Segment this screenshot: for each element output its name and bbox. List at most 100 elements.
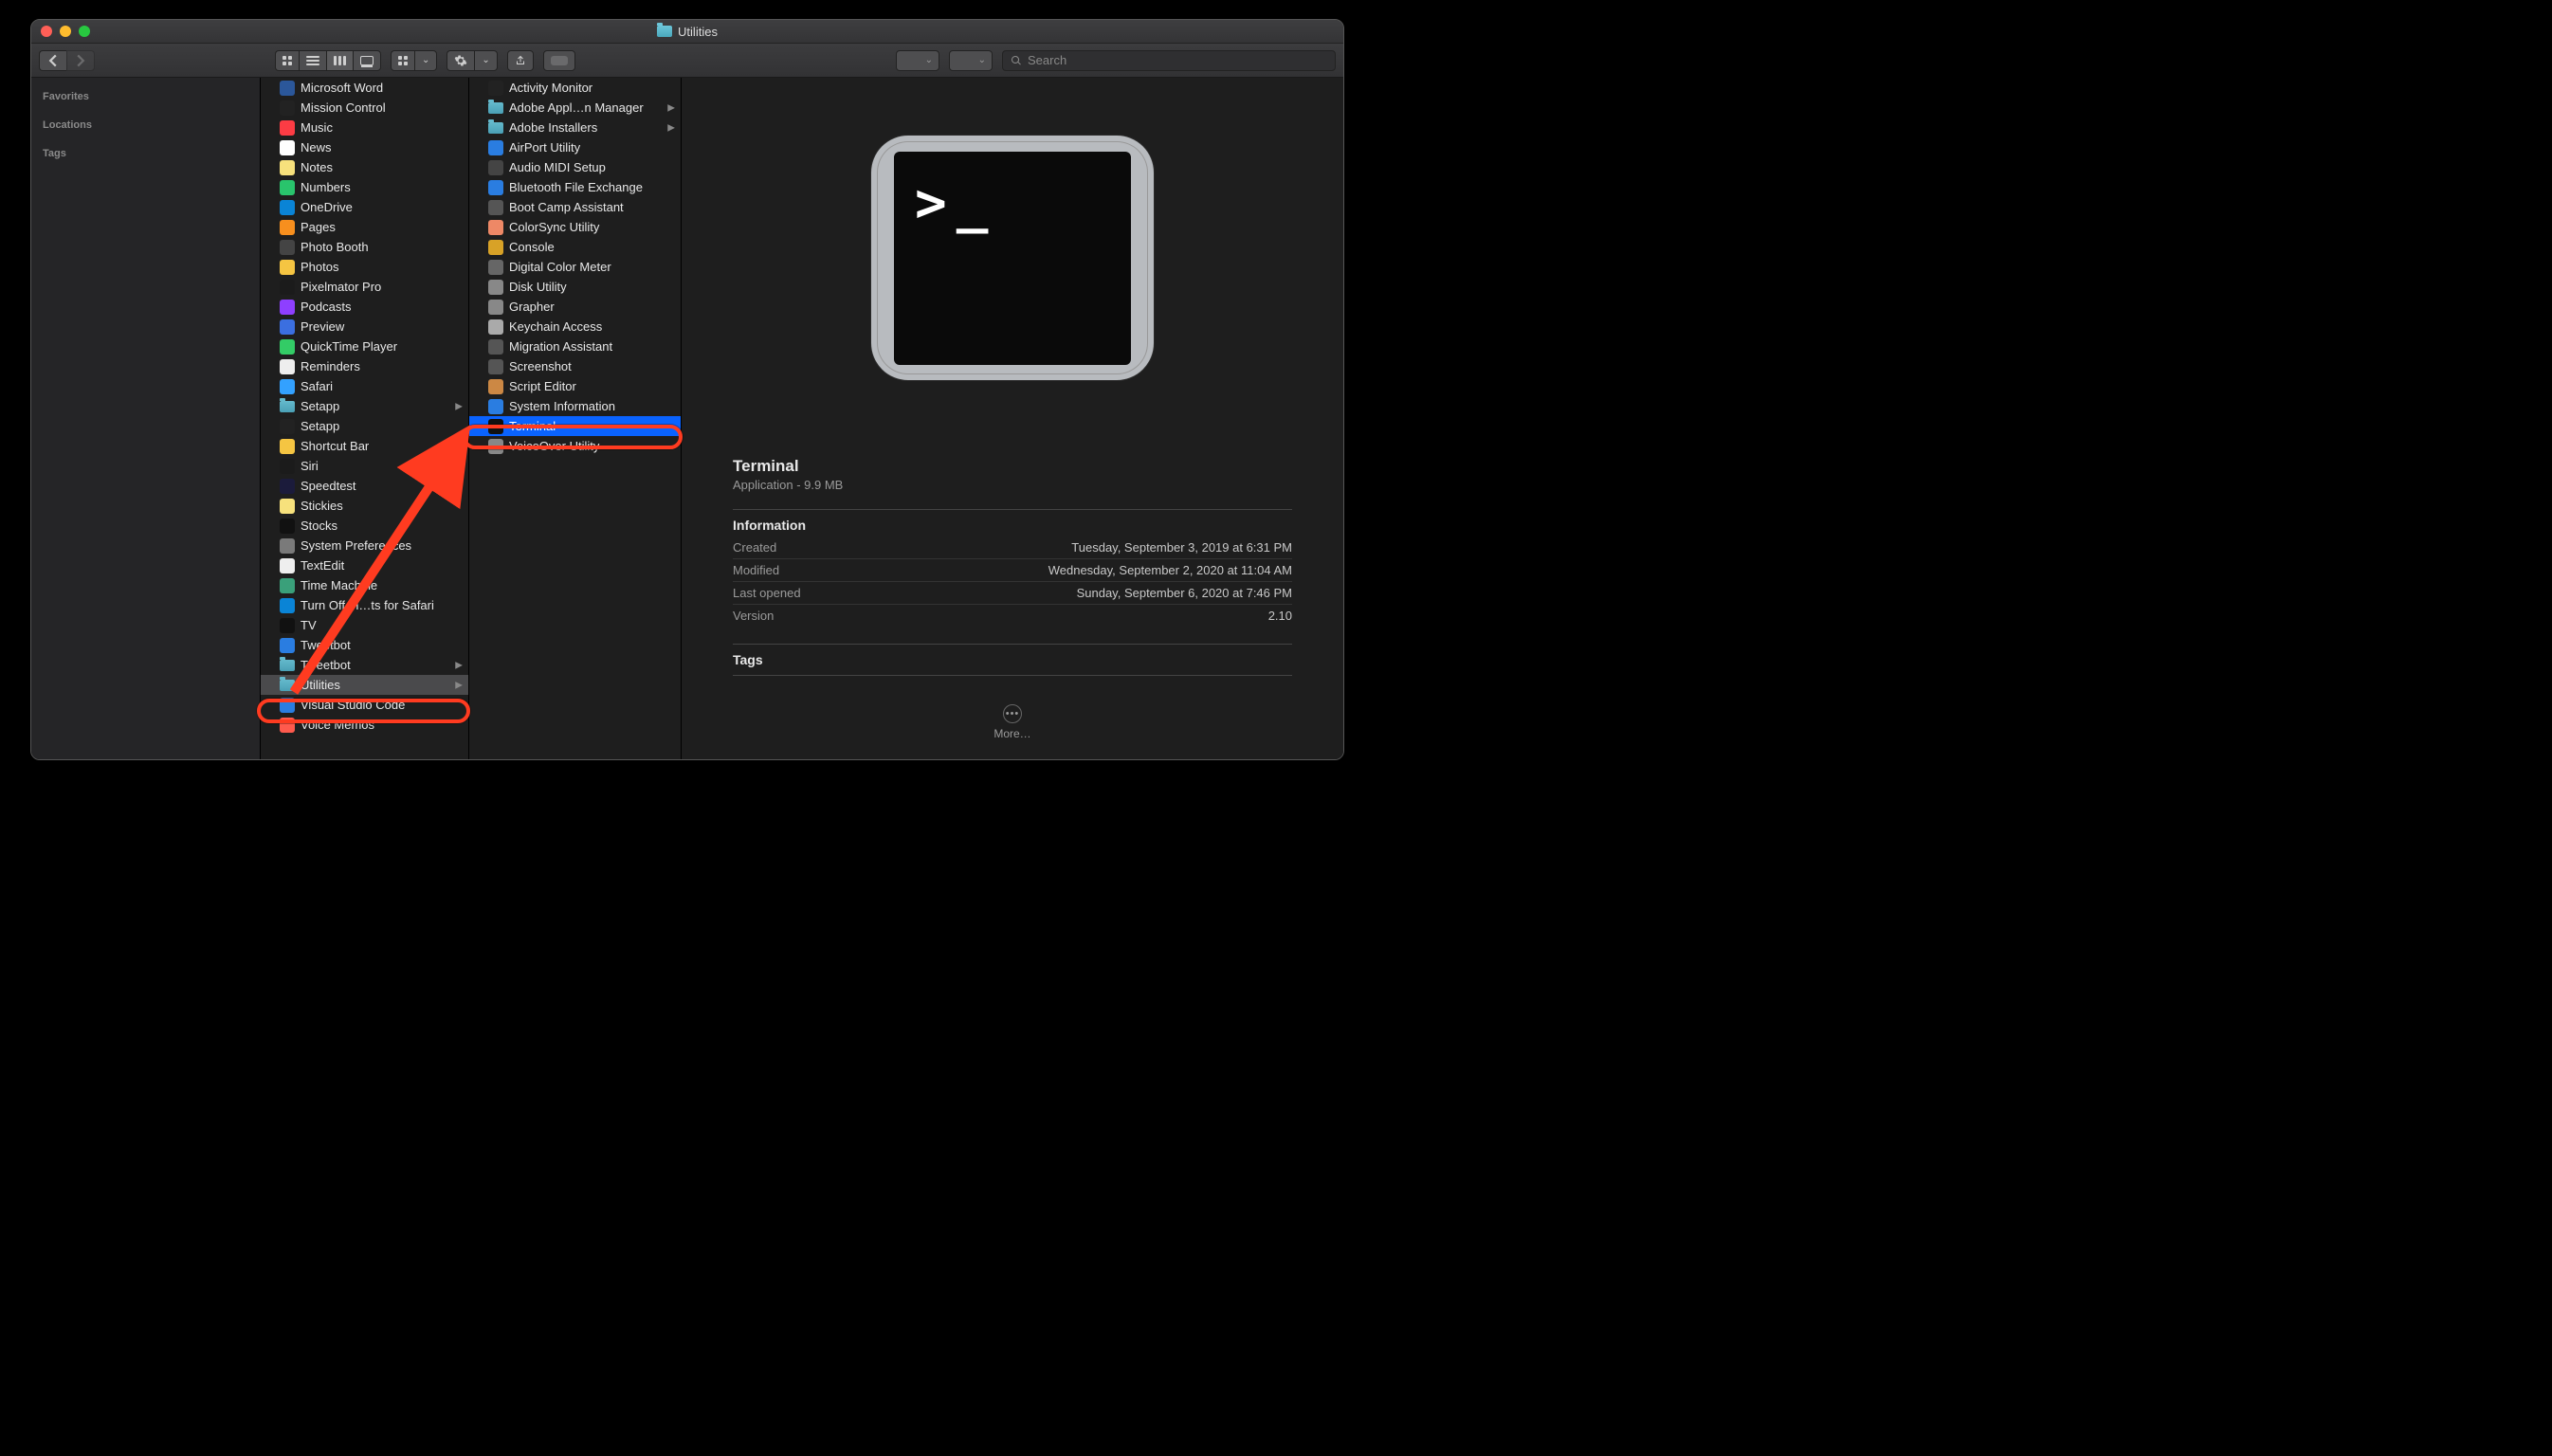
list-item[interactable]: Boot Camp Assistant xyxy=(469,197,681,217)
sidebar-section-locations[interactable]: Locations xyxy=(31,116,260,135)
app-icon xyxy=(280,200,295,215)
list-item[interactable]: Bluetooth File Exchange xyxy=(469,177,681,197)
view-list-button[interactable] xyxy=(299,50,326,71)
list-item[interactable]: Preview xyxy=(261,317,468,337)
app-icon xyxy=(488,359,503,374)
action-group: ⌄ xyxy=(447,50,497,71)
list-item[interactable]: Console xyxy=(469,237,681,257)
list-item[interactable]: Mission Control xyxy=(261,98,468,118)
list-item[interactable]: Grapher xyxy=(469,297,681,317)
list-item[interactable]: Adobe Installers▶ xyxy=(469,118,681,137)
preview-subtitle: Application - 9.9 MB xyxy=(733,478,1292,492)
list-item[interactable]: Pixelmator Pro xyxy=(261,277,468,297)
list-item[interactable]: Reminders xyxy=(261,356,468,376)
toolbar-select-2[interactable]: ⌄ xyxy=(949,50,993,71)
list-item[interactable]: Podcasts xyxy=(261,297,468,317)
minimize-button[interactable] xyxy=(60,26,71,37)
list-item-label: Audio MIDI Setup xyxy=(509,160,673,174)
folder-icon xyxy=(488,122,503,134)
share-button[interactable] xyxy=(507,50,534,71)
list-item[interactable]: Microsoft Word xyxy=(261,78,468,98)
preview-more[interactable]: ••• More… xyxy=(733,704,1292,740)
list-item-label: Numbers xyxy=(301,180,461,194)
terminal-icon: >_ xyxy=(894,152,1131,365)
sidebar-section-favorites[interactable]: Favorites xyxy=(31,87,260,106)
list-item-label: Digital Color Meter xyxy=(509,260,673,274)
close-button[interactable] xyxy=(41,26,52,37)
annotation-arrow xyxy=(275,408,521,711)
app-icon xyxy=(280,359,295,374)
app-icon xyxy=(488,220,503,235)
app-icon xyxy=(280,339,295,355)
view-gallery-button[interactable] xyxy=(353,50,381,71)
more-icon: ••• xyxy=(1003,704,1022,723)
list-item[interactable]: Activity Monitor xyxy=(469,78,681,98)
preview-section-information: Information xyxy=(733,509,1292,533)
sidebar-section-tags[interactable]: Tags xyxy=(31,144,260,163)
list-item-label: Console xyxy=(509,240,673,254)
content-area: Favorites Locations Tags Microsoft Word M… xyxy=(31,78,1343,759)
list-item[interactable]: Photo Booth xyxy=(261,237,468,257)
list-item[interactable]: Script Editor xyxy=(469,376,681,396)
list-item-label: Podcasts xyxy=(301,300,461,314)
toolbar: ⌄ ⌄ ⌄ ⌄ Search xyxy=(31,44,1343,78)
app-icon xyxy=(488,140,503,155)
list-item[interactable]: Disk Utility xyxy=(469,277,681,297)
list-item[interactable]: Audio MIDI Setup xyxy=(469,157,681,177)
list-item-label: Music xyxy=(301,120,461,135)
list-item-label: Adobe Installers xyxy=(509,120,673,135)
list-item-label: Photo Booth xyxy=(301,240,461,254)
list-item[interactable]: OneDrive xyxy=(261,197,468,217)
list-item[interactable]: AirPort Utility xyxy=(469,137,681,157)
forward-button[interactable] xyxy=(66,50,95,71)
action-button[interactable] xyxy=(447,50,474,71)
app-icon xyxy=(280,280,295,295)
app-icon xyxy=(280,140,295,155)
arrange-menu-button[interactable]: ⌄ xyxy=(414,50,437,71)
list-item[interactable]: Screenshot xyxy=(469,356,681,376)
app-icon xyxy=(488,319,503,335)
app-icon xyxy=(280,260,295,275)
app-icon xyxy=(280,319,295,335)
app-icon xyxy=(488,240,503,255)
list-item[interactable]: Notes xyxy=(261,157,468,177)
list-item[interactable]: Adobe Appl…n Manager▶ xyxy=(469,98,681,118)
chevron-right-icon: ▶ xyxy=(667,122,675,133)
finder-window: Utilities ⌄ xyxy=(30,19,1344,760)
view-column-button[interactable] xyxy=(326,50,353,71)
app-icon xyxy=(280,240,295,255)
arrange-button[interactable] xyxy=(391,50,414,71)
list-item[interactable]: QuickTime Player xyxy=(261,337,468,356)
list-item-label: Microsoft Word xyxy=(301,81,461,95)
list-item[interactable]: Keychain Access xyxy=(469,317,681,337)
list-item[interactable]: Music xyxy=(261,118,468,137)
app-icon xyxy=(280,180,295,195)
list-item[interactable]: Numbers xyxy=(261,177,468,197)
view-icon-button[interactable] xyxy=(275,50,299,71)
list-item[interactable]: Safari xyxy=(261,376,468,396)
list-item[interactable]: Digital Color Meter xyxy=(469,257,681,277)
chevron-right-icon: ▶ xyxy=(667,102,675,113)
arrange-group: ⌄ xyxy=(391,50,437,71)
app-icon xyxy=(488,260,503,275)
app-icon xyxy=(488,379,503,394)
folder-icon xyxy=(488,102,503,114)
back-button[interactable] xyxy=(39,50,66,71)
list-item[interactable]: Photos xyxy=(261,257,468,277)
tags-button[interactable] xyxy=(543,50,575,71)
list-item[interactable]: News xyxy=(261,137,468,157)
toolbar-select-1[interactable]: ⌄ xyxy=(896,50,939,71)
list-item[interactable]: Migration Assistant xyxy=(469,337,681,356)
zoom-button[interactable] xyxy=(79,26,90,37)
list-item-label: News xyxy=(301,140,461,155)
search-input[interactable]: Search xyxy=(1002,50,1336,71)
app-icon xyxy=(280,300,295,315)
app-icon xyxy=(280,100,295,116)
action-menu-button[interactable]: ⌄ xyxy=(474,50,497,71)
info-value: Sunday, September 6, 2020 at 7:46 PM xyxy=(1077,586,1292,600)
list-item[interactable]: Pages xyxy=(261,217,468,237)
info-key: Version xyxy=(733,609,774,623)
list-item[interactable]: ColorSync Utility xyxy=(469,217,681,237)
list-item-label: Pages xyxy=(301,220,461,234)
info-row: ModifiedWednesday, September 2, 2020 at … xyxy=(733,558,1292,581)
